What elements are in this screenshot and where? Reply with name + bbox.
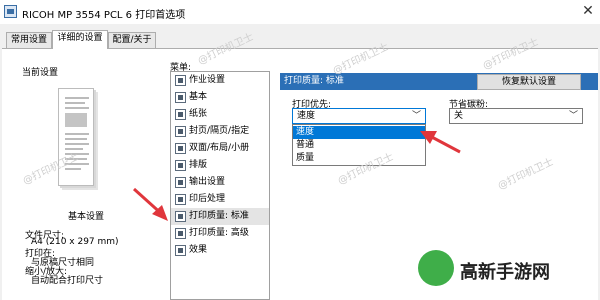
menu-item-output[interactable]: 输出设置	[171, 174, 269, 191]
chevron-down-icon: ﹀	[568, 111, 578, 121]
finishing-icon	[175, 194, 186, 205]
menu-item-basic[interactable]: 基本	[171, 89, 269, 106]
paper-icon	[175, 109, 186, 120]
option-speed[interactable]: 速度	[293, 126, 425, 139]
option-normal[interactable]: 普通	[293, 139, 425, 152]
toner-saving-select[interactable]: 关 ﹀	[449, 108, 583, 124]
site-logo-icon	[418, 250, 454, 286]
effects-icon	[175, 245, 186, 256]
menu-item-paper[interactable]: 纸张	[171, 106, 269, 123]
duplex-icon	[175, 143, 186, 154]
menu-item-print-quality-standard[interactable]: 打印质量: 标准	[171, 208, 269, 225]
output-icon	[175, 177, 186, 188]
current-settings-label: 当前设置	[22, 68, 59, 78]
basic-icon	[175, 92, 186, 103]
scale-value: 自动配合打印尺寸	[31, 276, 104, 286]
tab-config-about[interactable]: 配置/关于	[108, 32, 156, 48]
tab-common-settings[interactable]: 常用设置	[6, 32, 52, 48]
menu-item-finishing[interactable]: 印后处理	[171, 191, 269, 208]
close-icon[interactable]: ✕	[580, 3, 596, 19]
menu-item-effects[interactable]: 效果	[171, 242, 269, 259]
print-priority-select[interactable]: 速度 ﹀	[292, 108, 426, 124]
page-preview	[58, 88, 94, 186]
printer-app-icon	[4, 5, 17, 18]
menu-item-job-settings[interactable]: 作业设置	[171, 72, 269, 89]
basic-settings-label: 基本设置	[68, 212, 105, 222]
chevron-down-icon: ﹀	[411, 111, 421, 121]
print-priority-dropdown: 速度 普通 质量	[292, 124, 426, 166]
reset-defaults-button[interactable]: 恢复默认设置	[477, 74, 581, 90]
layout-icon	[175, 160, 186, 171]
cover-icon	[175, 126, 186, 137]
window-title: RICOH MP 3554 PCL 6 打印首选项	[22, 10, 186, 21]
menu-item-cover[interactable]: 封页/隔页/指定	[171, 123, 269, 140]
menu-item-layout[interactable]: 排版	[171, 157, 269, 174]
menu-item-print-quality-advanced[interactable]: 打印质量: 高级	[171, 225, 269, 242]
print-quality-advanced-icon	[175, 228, 186, 239]
site-logo-text: 高新手游网	[460, 262, 550, 283]
menu-item-duplex[interactable]: 双面/布局/小册	[171, 140, 269, 157]
menu-tree[interactable]: 作业设置 基本 纸张 封页/隔页/指定 双面/布局/小册 排版 输出设置 印后处…	[170, 71, 270, 300]
tab-detailed-settings[interactable]: 详细的设置	[52, 30, 108, 49]
print-quality-icon	[175, 211, 186, 222]
title-bar: RICOH MP 3554 PCL 6 打印首选项 ✕	[0, 0, 600, 24]
job-settings-icon	[175, 75, 186, 86]
